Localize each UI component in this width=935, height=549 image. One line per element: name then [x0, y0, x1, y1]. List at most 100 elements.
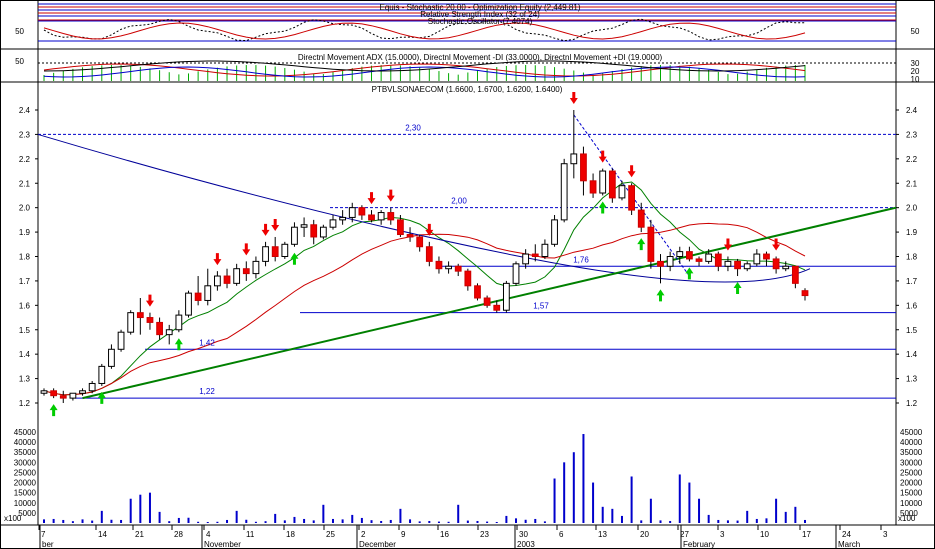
candle-body — [223, 275, 231, 284]
volume-tick-left: 10000 — [14, 499, 37, 508]
volume-bar — [235, 510, 238, 523]
volume-bar — [360, 517, 363, 523]
candle-body — [493, 304, 501, 311]
level-label: 2,30 — [405, 123, 421, 132]
volume-bar — [611, 508, 614, 523]
y-tick-label-right: 2.0 — [906, 204, 918, 213]
candle-body — [763, 253, 770, 260]
candle-body — [531, 253, 539, 258]
x-tick-label: 7 — [41, 530, 46, 539]
volume-bar — [245, 519, 248, 523]
candle-body — [165, 329, 173, 336]
buy-arrow — [290, 252, 299, 265]
y-tick-label-right: 1.4 — [906, 350, 918, 359]
x-tick-label: 30 — [519, 530, 528, 539]
volume-bar — [457, 504, 460, 523]
volume-tick-right: 40000 — [900, 438, 923, 447]
volume-bar — [746, 510, 749, 523]
volume-bar — [399, 508, 402, 523]
candle-body — [242, 268, 250, 275]
volume-bar — [794, 506, 797, 523]
y-tick-label-left: 1.6 — [19, 301, 31, 310]
top-pane-ytick-right: 50 — [911, 27, 920, 36]
candle-body — [40, 390, 48, 394]
volume-bar — [669, 520, 672, 523]
x-tick-label: 28 — [174, 530, 183, 539]
candle-body — [262, 246, 269, 262]
x-tick-label: 21 — [135, 530, 144, 539]
candle-body — [69, 392, 77, 399]
volume-bar — [592, 482, 595, 523]
volume-bar — [717, 519, 720, 523]
x-month-label: ber — [42, 540, 54, 549]
buy-arrow — [49, 404, 58, 417]
y-tick-label-right: 2.2 — [906, 155, 918, 164]
volume-tick-left: 15000 — [14, 489, 37, 498]
volume-bar — [216, 521, 219, 523]
candle-body — [801, 290, 809, 297]
candle-body — [637, 209, 645, 228]
sell-arrow — [213, 253, 222, 266]
candle-body — [194, 292, 202, 301]
volume-tick-left: 35000 — [14, 448, 37, 457]
volume-bar — [620, 515, 623, 523]
volume-bar — [148, 492, 151, 523]
y-tick-label-right: 1.5 — [906, 326, 918, 335]
volume-bar — [466, 520, 469, 523]
volume-bar — [409, 519, 412, 523]
x-tick-label: 14 — [98, 530, 107, 539]
moving-average-blue — [37, 133, 811, 283]
volume-bar — [524, 519, 527, 523]
buy-arrow — [174, 338, 183, 351]
volume-bar — [331, 518, 334, 523]
volume-bar — [43, 519, 45, 523]
volume-bar — [187, 517, 190, 523]
volume-bar — [100, 510, 103, 523]
volume-bar — [389, 519, 392, 523]
candle-body — [348, 207, 356, 218]
sell-arrow — [261, 223, 270, 236]
volume-bar — [110, 519, 113, 523]
x-tick-label: 13 — [598, 530, 607, 539]
x-tick-label: 27 — [680, 530, 689, 539]
candle-body — [127, 312, 135, 333]
level-label: 2,00 — [451, 197, 467, 206]
buy-arrow — [598, 201, 607, 214]
sell-arrow — [242, 243, 251, 256]
volume-bar — [177, 517, 180, 523]
x-month-label: February — [683, 540, 715, 549]
candle-body — [743, 263, 751, 270]
candle-body — [271, 246, 279, 258]
candle-body — [50, 390, 58, 397]
x-tick-label: 10 — [760, 530, 769, 539]
y-tick-label-left: 1.7 — [19, 277, 31, 286]
candle-body — [714, 253, 722, 267]
volume-bar — [804, 519, 806, 523]
volume-bar — [736, 520, 739, 523]
moving-average-red — [43, 222, 806, 396]
candle-body — [329, 219, 337, 228]
volume-bar — [139, 494, 142, 523]
sell-arrow — [367, 192, 376, 205]
volume-bar — [707, 514, 710, 523]
volume-bar — [226, 519, 229, 523]
volume-bar — [601, 506, 604, 523]
sell-arrow — [723, 238, 732, 251]
candle-body — [628, 185, 635, 211]
candle-body — [580, 153, 587, 182]
volume-tick-right: 30000 — [900, 458, 923, 467]
volume-tick-right: 20000 — [900, 479, 923, 488]
volume-bar — [486, 521, 489, 523]
candle-body — [570, 153, 578, 165]
volume-bar — [274, 513, 277, 523]
candle-body — [214, 275, 221, 287]
candle-body — [474, 285, 481, 299]
candle-body — [589, 180, 597, 194]
x-tick-label: 3 — [883, 530, 888, 539]
x-tick-label: 20 — [640, 530, 649, 539]
level-label: 1,57 — [533, 302, 549, 311]
y-tick-label-right: 1.8 — [906, 253, 918, 262]
volume-bar — [688, 482, 691, 523]
y-tick-label-left: 1.4 — [19, 350, 31, 359]
x-month-label: December — [359, 540, 396, 549]
